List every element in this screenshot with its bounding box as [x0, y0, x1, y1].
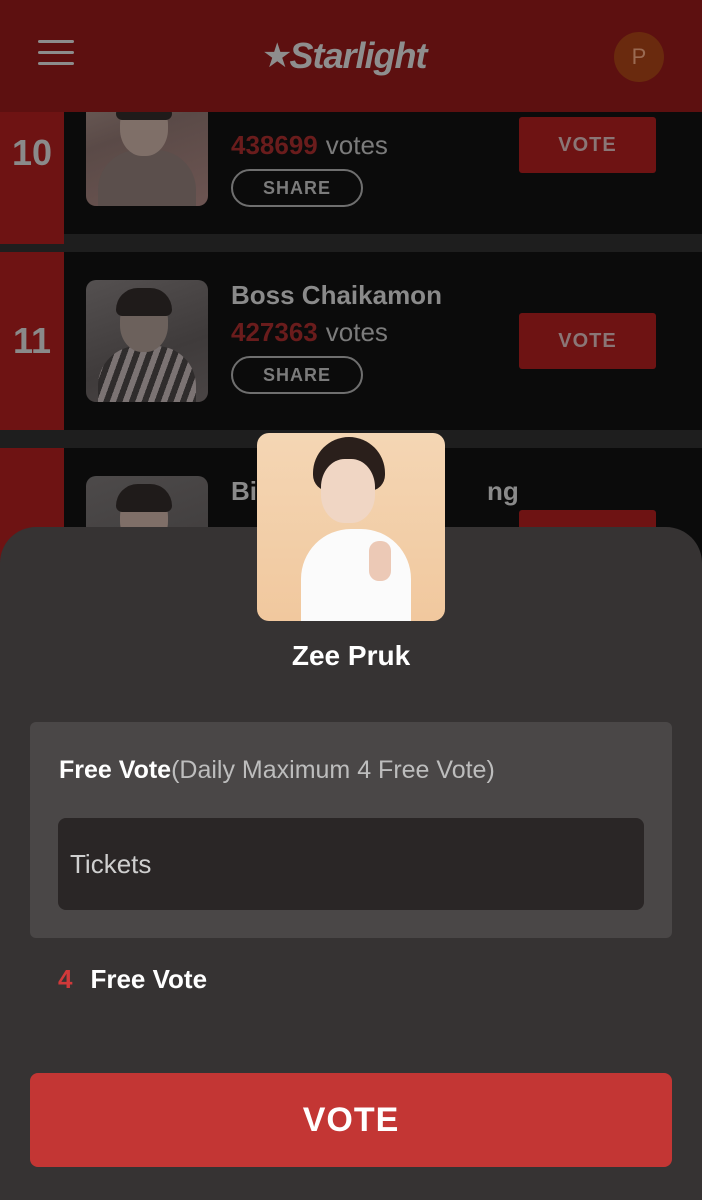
vote-button[interactable]: VOTE	[519, 313, 656, 369]
share-button[interactable]: SHARE	[231, 169, 363, 207]
candidate-name-title: Zee Pruk	[291, 640, 411, 671]
vote-count: 427363 votes	[231, 317, 388, 347]
candidate-profile-photo	[257, 433, 445, 621]
vote-button[interactable]: VOTE	[519, 117, 656, 173]
candidate-name: Boss Chaikamon	[231, 280, 442, 310]
user-avatar[interactable]: P	[614, 32, 664, 82]
free-vote-remaining: 4 Free Vote	[58, 964, 207, 995]
submit-vote-button[interactable]: VOTE	[30, 1073, 672, 1167]
share-button[interactable]: SHARE	[231, 356, 363, 394]
star-icon: ★	[262, 37, 293, 75]
ranking-row: 11 Boss Chaikamon 427363 votes SHARE VOTE	[0, 252, 702, 430]
free-vote-panel: Free Vote(Daily Maximum 4 Free Vote)	[30, 722, 672, 938]
vote-count: 438699 votes	[231, 130, 388, 160]
free-vote-count-label: Free Vote	[90, 964, 208, 994]
tickets-input[interactable]	[58, 818, 644, 910]
rank-number: 11	[0, 252, 64, 430]
free-vote-count: 4	[58, 964, 73, 994]
starlight-logo: ★ Starlight	[262, 35, 428, 76]
candidate-photo[interactable]	[86, 280, 208, 402]
hamburger-menu-icon[interactable]	[38, 40, 74, 66]
app-header: ★ Starlight P	[0, 0, 702, 112]
free-vote-label: Free Vote(Daily Maximum 4 Free Vote)	[59, 756, 495, 784]
